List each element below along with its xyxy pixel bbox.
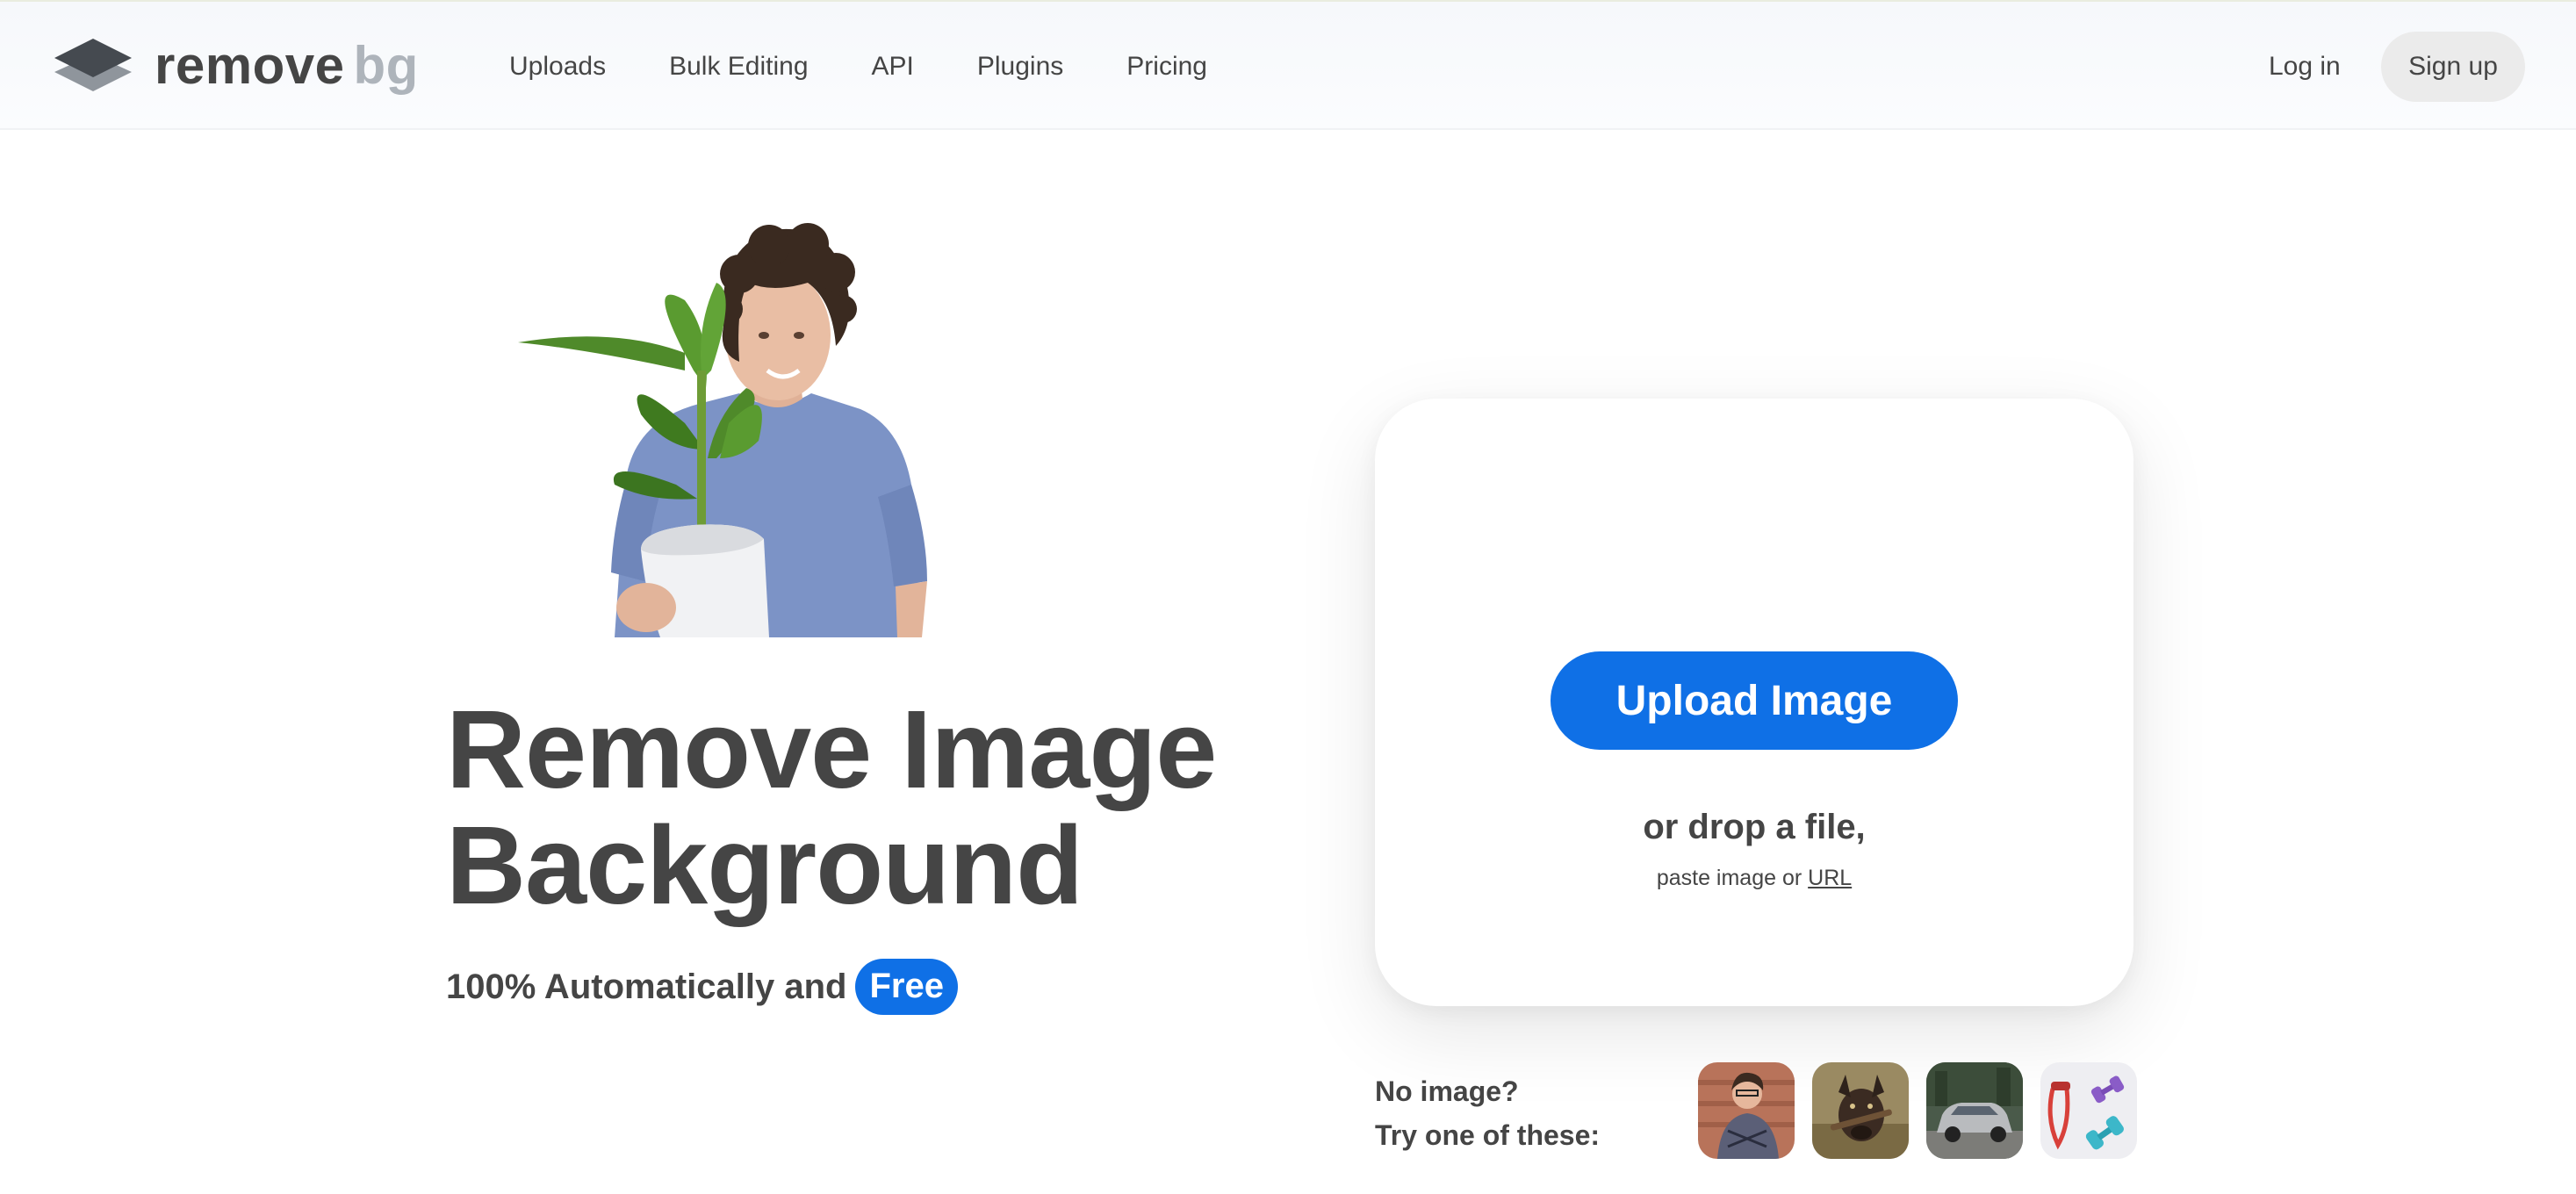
layers-logo-icon bbox=[54, 39, 132, 91]
free-badge: Free bbox=[855, 959, 958, 1015]
upload-image-button[interactable]: Upload Image bbox=[1551, 651, 1958, 750]
login-link[interactable]: Log in bbox=[2269, 47, 2341, 86]
hero-title-line1: Remove Image bbox=[446, 687, 1217, 811]
main-nav: Uploads Bulk Editing API Plugins Pricing bbox=[509, 47, 1207, 86]
hero-subtitle-text: 100% Automatically and bbox=[446, 967, 847, 1006]
sample-dog-thumbnail[interactable] bbox=[1812, 1062, 1909, 1159]
sample-prompt-line1: No image? bbox=[1375, 1075, 1519, 1107]
sample-prompt-line2: Try one of these: bbox=[1375, 1119, 1601, 1151]
sample-car-thumbnail[interactable] bbox=[1926, 1062, 2023, 1159]
logo-word-remove: remove bbox=[155, 36, 345, 95]
nav-uploads[interactable]: Uploads bbox=[509, 47, 606, 86]
logo-text: remove bg bbox=[155, 40, 419, 92]
hero-person-with-plant-image bbox=[509, 195, 1001, 637]
logo[interactable]: remove bg bbox=[54, 37, 419, 95]
paste-hint: paste image or URL bbox=[1375, 866, 2133, 891]
drop-file-text: or drop a file, bbox=[1643, 808, 1866, 846]
sample-images bbox=[1698, 1062, 2137, 1159]
sample-person-thumbnail[interactable] bbox=[1698, 1062, 1795, 1159]
paste-hint-text: paste image or bbox=[1656, 866, 1802, 890]
nav-plugins[interactable]: Plugins bbox=[977, 47, 1063, 86]
hero-title: Remove Image Background bbox=[446, 692, 1306, 924]
nav-pricing[interactable]: Pricing bbox=[1126, 47, 1207, 86]
nav-bulk-editing[interactable]: Bulk Editing bbox=[669, 47, 808, 86]
sample-prompt: No image? Try one of these: bbox=[1375, 1069, 1600, 1157]
signup-button[interactable]: Sign up bbox=[2381, 32, 2525, 102]
site-header: remove bg Uploads Bulk Editing API Plugin… bbox=[0, 0, 2576, 130]
sample-fitness-gear-thumbnail[interactable] bbox=[2040, 1062, 2137, 1159]
upload-dropzone[interactable]: Upload Image or drop a file, paste image… bbox=[1375, 399, 2133, 1006]
hero-subtitle: 100% Automatically and Free bbox=[446, 959, 958, 1015]
nav-api[interactable]: API bbox=[872, 47, 914, 86]
hero-title-line2: Background bbox=[446, 803, 1083, 927]
logo-word-bg: bg bbox=[353, 36, 419, 95]
url-link[interactable]: URL bbox=[1808, 866, 1852, 890]
